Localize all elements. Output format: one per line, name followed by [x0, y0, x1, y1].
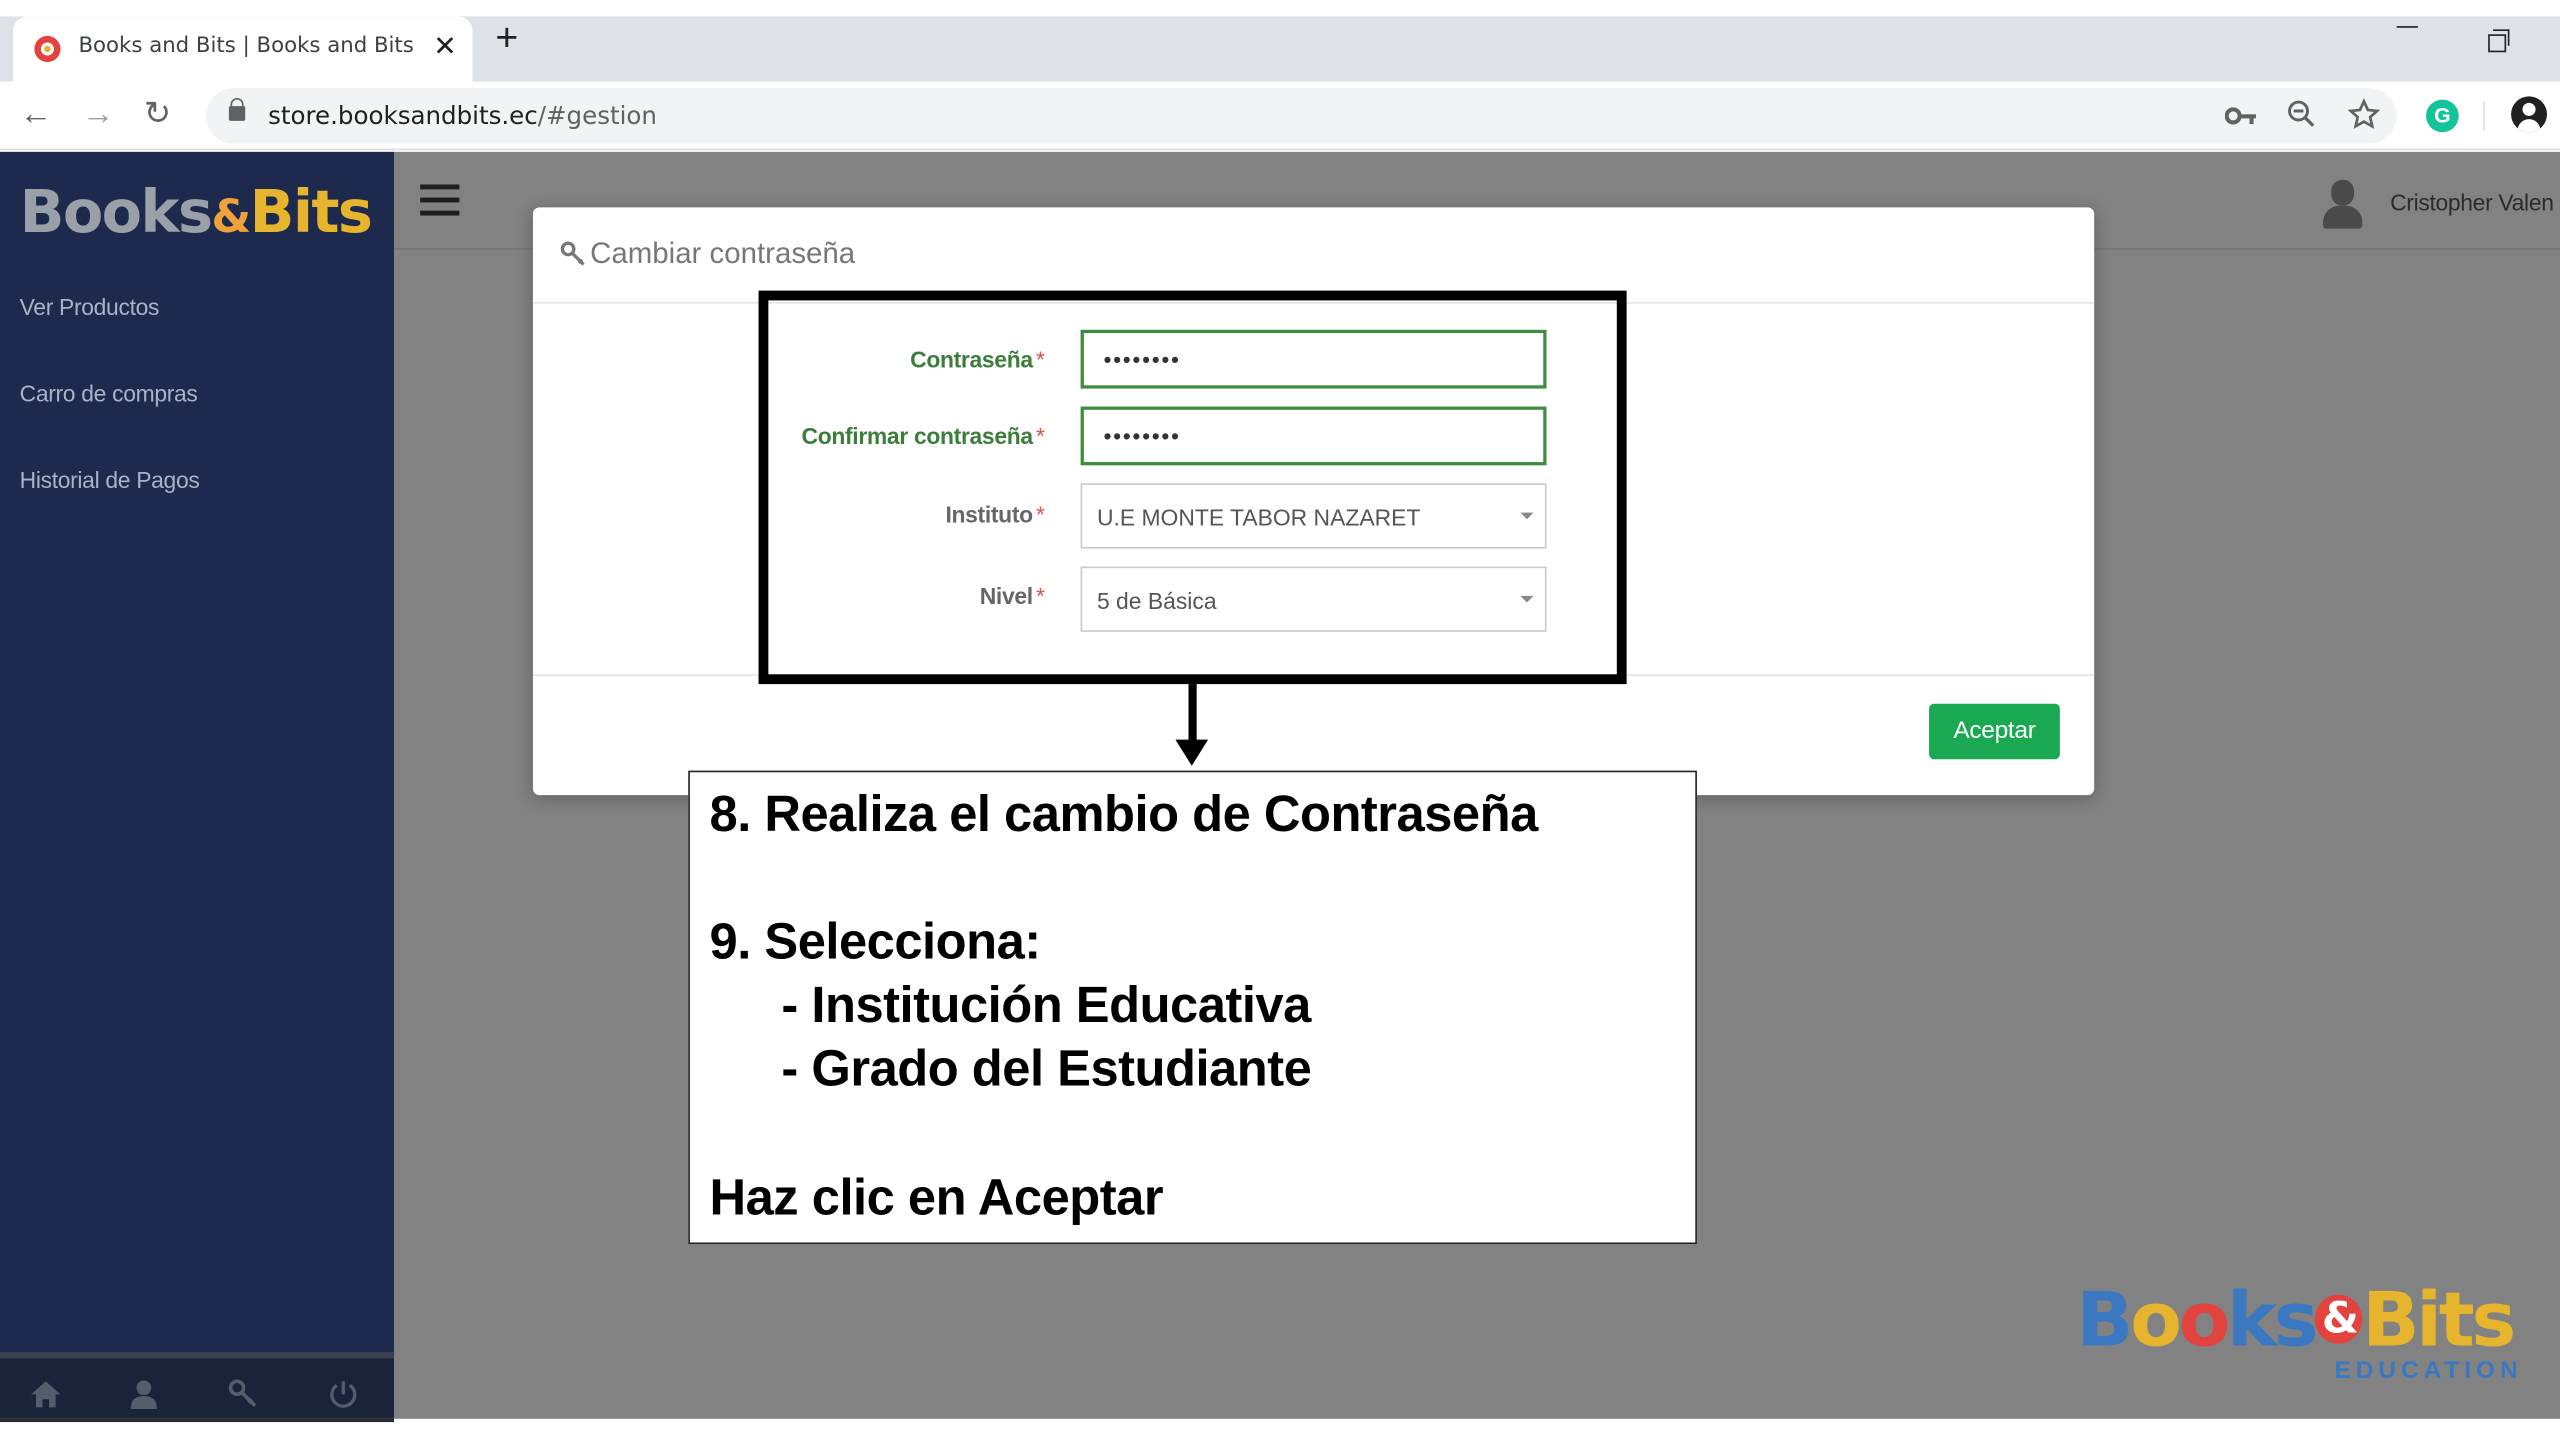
toolbar-divider [2483, 101, 2485, 131]
logo-b: B [2076, 1275, 2133, 1364]
url-path: /#gestion [537, 101, 657, 131]
annotation-arrow [1188, 684, 1197, 743]
tab-close-icon[interactable]: ✕ [433, 31, 456, 64]
zoom-out-icon[interactable] [2287, 100, 2316, 129]
lock-icon [228, 97, 246, 121]
url-text[interactable]: store.booksandbits.ec/#gestion [268, 101, 657, 130]
user-avatar-icon[interactable] [2321, 179, 2364, 229]
forward-icon[interactable]: → [82, 96, 115, 132]
sidebar-item-carro-de-compras[interactable]: Carro de compras [20, 380, 198, 406]
grammarly-icon[interactable]: G [2426, 99, 2459, 133]
logo-amp: & [2315, 1294, 2363, 1344]
sidebar: Books&Bits Ver Productos Carro de compra… [0, 151, 394, 1440]
profile-icon[interactable] [2511, 96, 2548, 133]
annotation-arrow-head [1175, 739, 1209, 766]
logo-o1: o [2130, 1275, 2182, 1364]
brand-books: Books [19, 179, 213, 247]
callout-line-5: Haz clic en Aceptar [709, 1169, 1164, 1227]
menu-toggle-icon[interactable] [420, 184, 460, 217]
modal-title: Cambiar contraseña [590, 236, 856, 270]
brand-bits: Bits [249, 179, 373, 247]
minimize-icon[interactable] [2396, 26, 2418, 28]
logo-education: EDUCATION [2334, 1356, 2523, 1385]
tab-title: Books and Bits | Books and Bits [78, 34, 414, 59]
sidebar-item-ver-productos[interactable]: Ver Productos [20, 294, 160, 320]
callout-line-2: 9. Selecciona: [709, 912, 1042, 970]
accept-button[interactable]: Aceptar [1929, 703, 2060, 760]
sidebar-item-historial-de-pagos[interactable]: Historial de Pagos [20, 467, 200, 493]
back-icon[interactable]: ← [20, 96, 53, 132]
key-icon[interactable] [2224, 104, 2258, 127]
browser-toolbar: ← → ↻ store.booksandbits.ec/#gestion G [0, 81, 2560, 151]
screen: Books and Bits | Books and Bits ✕ + ← → … [0, 0, 2560, 1440]
browser-tab[interactable]: Books and Bits | Books and Bits ✕ [13, 16, 473, 82]
star-icon[interactable] [2347, 98, 2381, 131]
logo-ks: ks [2227, 1275, 2319, 1364]
modal-header: Cambiar contraseña [532, 207, 2095, 304]
brand-logo[interactable]: Books&Bits [19, 179, 373, 250]
books-and-bits-education-logo: Books & Bits EDUCATION [2076, 1275, 2534, 1394]
favicon-icon [34, 35, 61, 63]
logo-bits: Bits [2362, 1275, 2516, 1364]
annotation-highlight-box [758, 290, 1627, 685]
callout-line-1: 8. Realiza el cambio de Contraseña [709, 785, 1539, 843]
url-host: store.booksandbits.ec [268, 101, 538, 131]
restore-icon[interactable] [2488, 29, 2510, 53]
callout-line-3: - Institución Educativa [781, 976, 1311, 1034]
annotation-callout: 8. Realiza el cambio de Contraseña 9. Se… [688, 770, 1697, 1245]
power-icon[interactable] [327, 1378, 360, 1411]
user-icon[interactable] [128, 1378, 161, 1411]
logo-o2: o [2178, 1275, 2231, 1364]
home-icon[interactable] [28, 1378, 64, 1411]
logo-wordmark: Books & Bits [2076, 1275, 2516, 1364]
reload-icon[interactable]: ↻ [144, 96, 171, 132]
key-icon [560, 241, 585, 266]
new-tab-button[interactable]: + [495, 19, 518, 58]
callout-line-4: - Grado del Estudiante [781, 1040, 1312, 1098]
brand-amp: & [211, 189, 251, 244]
key-icon[interactable] [227, 1378, 260, 1411]
bottom-strip-edge [0, 1418, 394, 1423]
user-name[interactable]: Cristopher Valen [2390, 189, 2554, 215]
address-bar[interactable]: store.booksandbits.ec/#gestion [205, 88, 2397, 144]
